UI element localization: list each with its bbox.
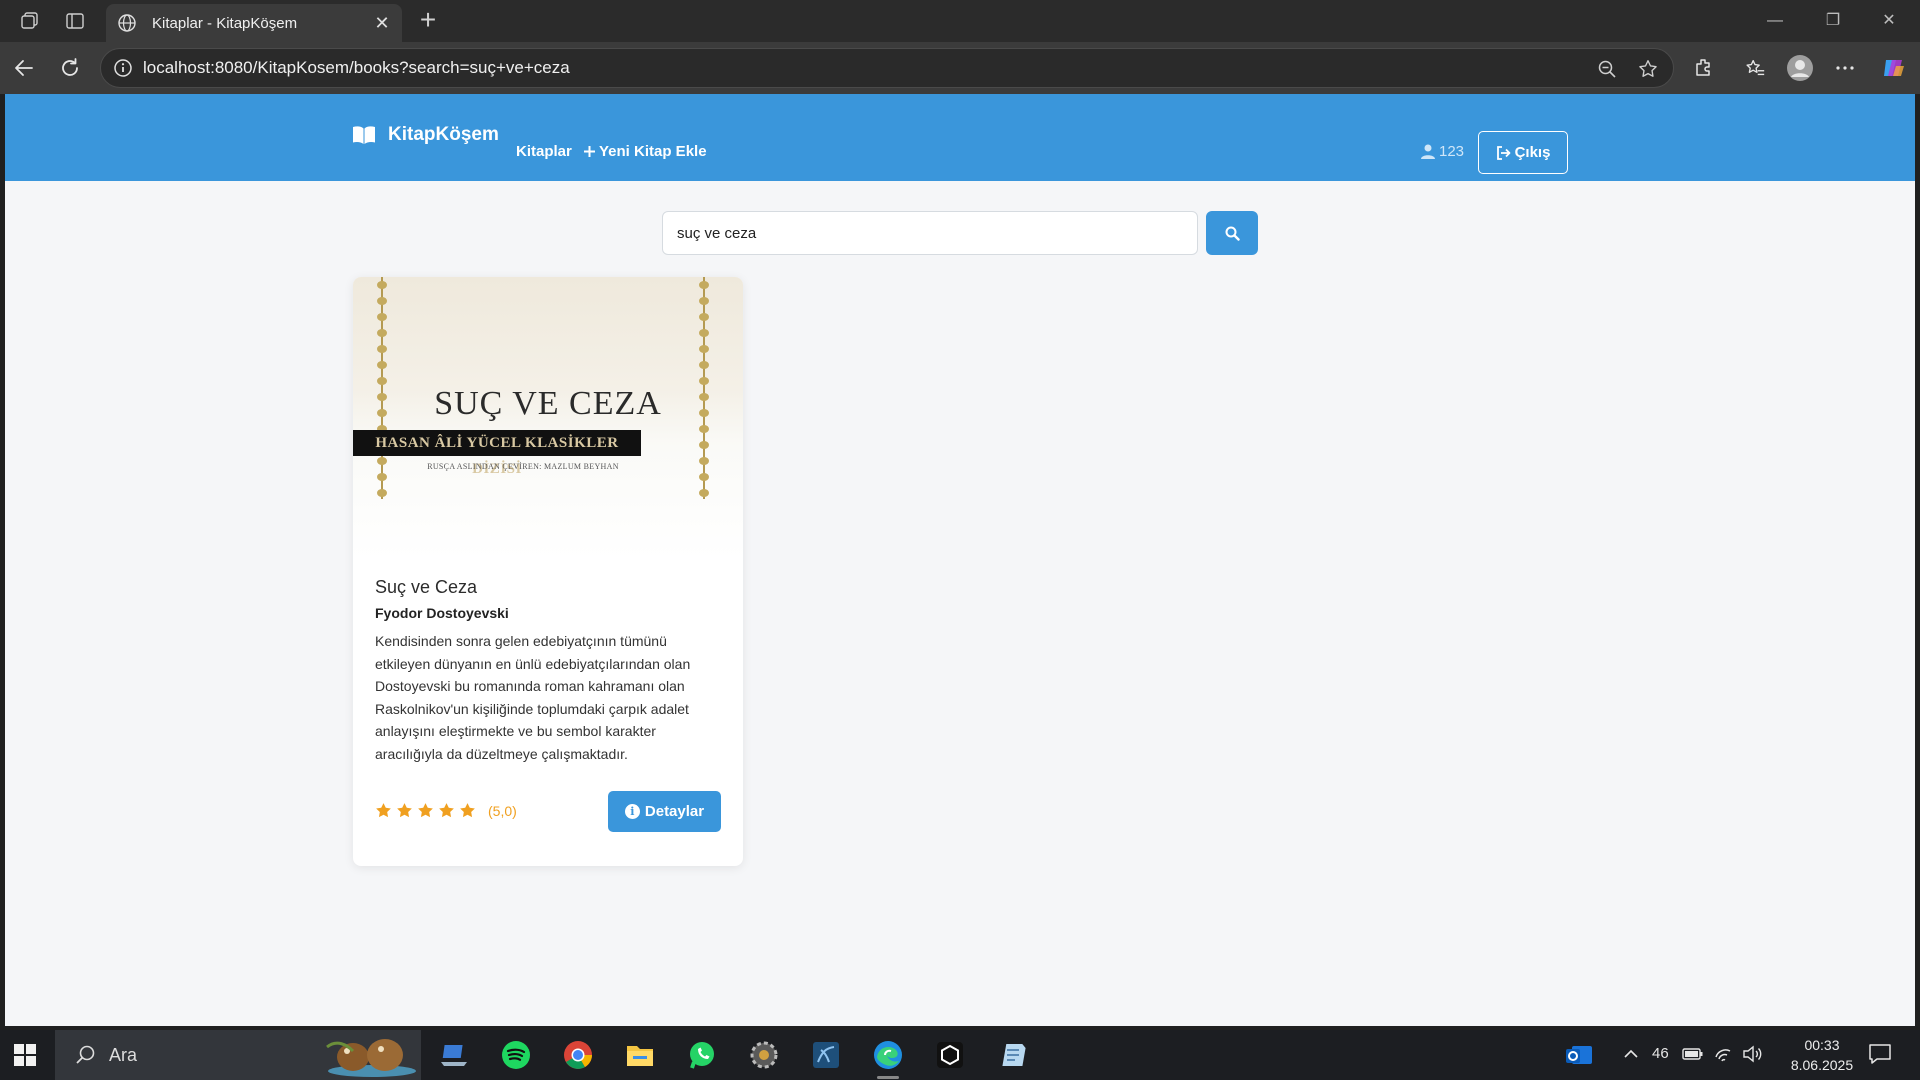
- taskbar-clock[interactable]: 00:33 8.06.2025: [1772, 1035, 1872, 1075]
- taskbar-app-sql[interactable]: [809, 1038, 843, 1072]
- search-button[interactable]: [1206, 211, 1258, 255]
- user-icon: [1421, 144, 1435, 159]
- zoom-out-icon[interactable]: [1595, 57, 1619, 81]
- notifications-icon[interactable]: [1868, 1043, 1892, 1069]
- extensions-icon[interactable]: [1690, 54, 1718, 82]
- cover-title: SUÇ VE CEZA: [434, 385, 662, 422]
- book-card-body: Suç ve Ceza Fyodor Dostoyevski Kendisind…: [375, 577, 721, 765]
- browser-tab[interactable]: Kitaplar - KitapKöşem ✕: [106, 4, 402, 42]
- wifi-icon[interactable]: [1714, 1045, 1734, 1067]
- volume-icon[interactable]: [1742, 1045, 1764, 1067]
- back-icon[interactable]: [10, 54, 38, 82]
- taskbar-app-outlook[interactable]: [1562, 1038, 1596, 1072]
- nav-link-label: Yeni Kitap Ekle: [599, 143, 707, 160]
- windows-taskbar: Ara 46 00:33 8.06.2025: [0, 1030, 1920, 1080]
- browser-toolbar: localhost:8080/KitapKosem/books?search=s…: [0, 42, 1920, 94]
- taskbar-app-file-explorer[interactable]: [623, 1038, 657, 1072]
- brand-name: KitapKöşem: [388, 124, 499, 145]
- window-close-icon[interactable]: ✕: [1866, 8, 1912, 34]
- search-icon: [76, 1045, 95, 1064]
- details-label: Detaylar: [644, 803, 705, 820]
- star-icon: [439, 803, 454, 818]
- clock-date: 8.06.2025: [1790, 1057, 1854, 1073]
- cover-series: HASAN ÂLİ YÜCEL KLASİKLER DİZİSİ: [353, 430, 641, 477]
- taskbar-app-unity[interactable]: [933, 1038, 967, 1072]
- book-title: Suç ve Ceza: [375, 577, 478, 597]
- search-highlight-image: [326, 1039, 416, 1077]
- info-circle-icon: i: [624, 804, 640, 819]
- minimize-icon[interactable]: —: [1752, 8, 1798, 34]
- book-open-icon: [353, 126, 375, 144]
- nav-link-label: Kitaplar: [516, 143, 572, 160]
- taskbar-app-spotify[interactable]: [499, 1038, 533, 1072]
- tab-title: Kitaplar - KitapKöşem: [152, 14, 298, 32]
- sign-out-icon: [1496, 145, 1510, 160]
- taskbar-search-label: Ara: [109, 1044, 138, 1065]
- taskbar-app-whatsapp[interactable]: [685, 1038, 719, 1072]
- taskbar-app-settings[interactable]: [747, 1038, 781, 1072]
- current-user: 123: [1421, 143, 1464, 160]
- taskbar-search[interactable]: Ara: [55, 1030, 421, 1080]
- url-text: localhost:8080/KitapKosem/books?search=s…: [143, 58, 570, 77]
- book-cover-image: SUÇ VE CEZA HASAN ÂLİ YÜCEL KLASİKLER Dİ…: [353, 277, 743, 559]
- show-hidden-icons[interactable]: [1622, 1045, 1640, 1067]
- windows-start-icon[interactable]: [14, 1044, 36, 1066]
- battery-icon[interactable]: [1682, 1045, 1704, 1067]
- copilot-icon[interactable]: [1880, 54, 1908, 82]
- tray-temperature[interactable]: 46: [1652, 1045, 1669, 1062]
- page-viewport: KitapKöşem Kitaplar Yeni Kitap Ekle 123 …: [5, 94, 1915, 1026]
- taskbar-app-chrome[interactable]: [561, 1038, 595, 1072]
- restore-icon[interactable]: ❐: [1810, 8, 1856, 34]
- taskbar-app-notes[interactable]: [995, 1038, 1029, 1072]
- brand-link[interactable]: KitapKöşem: [352, 124, 499, 146]
- close-tab-icon[interactable]: ✕: [372, 13, 392, 33]
- star-icon: [397, 803, 412, 818]
- workspaces-icon[interactable]: [18, 9, 42, 33]
- book-card: SUÇ VE CEZA HASAN ÂLİ YÜCEL KLASİKLER Dİ…: [353, 277, 743, 866]
- clock-time: 00:33: [1804, 1037, 1840, 1053]
- logout-button[interactable]: Çıkış: [1478, 131, 1568, 174]
- search-input[interactable]: [662, 211, 1198, 255]
- star-icon: [376, 803, 391, 818]
- site-navbar: KitapKöşem Kitaplar Yeni Kitap Ekle 123 …: [5, 94, 1915, 181]
- rating-value: (5,0): [488, 802, 517, 819]
- globe-icon: [116, 12, 138, 34]
- new-tab-button[interactable]: +: [414, 6, 442, 35]
- search-icon: [1225, 226, 1240, 241]
- profile-avatar-icon[interactable]: [1786, 54, 1814, 82]
- plus-icon: [584, 146, 595, 157]
- user-name: 123: [1439, 143, 1465, 160]
- star-icon: [460, 803, 475, 818]
- site-info-icon[interactable]: [113, 58, 133, 78]
- refresh-icon[interactable]: [56, 54, 84, 82]
- nav-link-kitaplar[interactable]: Kitaplar: [516, 143, 572, 160]
- book-description: Kendisinden sonra gelen edebiyatçının tü…: [375, 633, 691, 762]
- taskbar-app-edge[interactable]: [871, 1038, 905, 1079]
- address-bar[interactable]: localhost:8080/KitapKosem/books?search=s…: [100, 48, 1674, 88]
- favorites-icon[interactable]: [1741, 54, 1769, 82]
- star-icon: [418, 803, 433, 818]
- book-rating: (5,0): [375, 802, 517, 819]
- more-options-icon[interactable]: [1831, 54, 1859, 82]
- details-button[interactable]: i Detaylar: [608, 791, 721, 832]
- favorite-star-icon[interactable]: [1636, 57, 1660, 81]
- book-author: Fyodor Dostoyevski: [375, 605, 509, 621]
- logout-label: Çıkış: [1514, 144, 1551, 161]
- taskbar-app-laptop[interactable]: [437, 1038, 471, 1072]
- browser-tab-bar: Kitaplar - KitapKöşem ✕ + — ❐ ✕: [0, 0, 1920, 42]
- nav-link-yeni-kitap-ekle[interactable]: Yeni Kitap Ekle: [583, 143, 707, 160]
- cover-translator: RUSÇA ASLINDAN ÇEVİREN: MAZLUM BEYHAN: [427, 462, 619, 471]
- vertical-tabs-icon[interactable]: [63, 9, 87, 33]
